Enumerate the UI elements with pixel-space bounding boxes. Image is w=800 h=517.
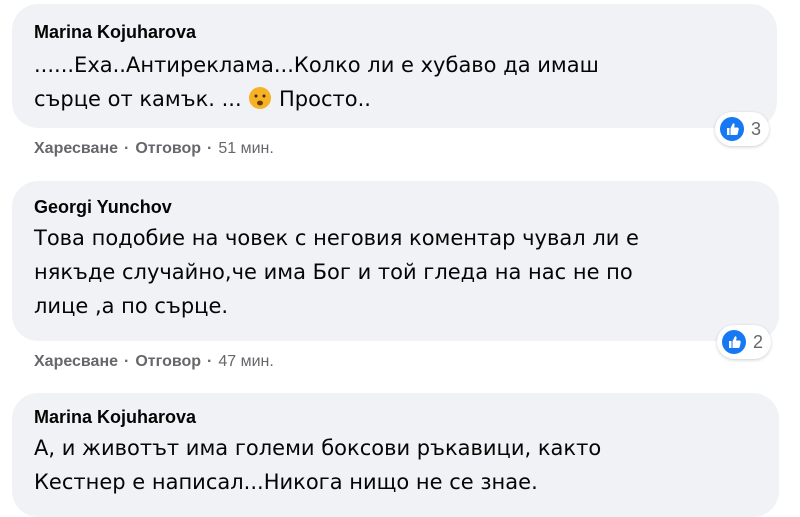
comment-text-line: А, и животът има големи боксови ръкавици… (34, 436, 602, 460)
reply-button[interactable]: Отговор (135, 353, 201, 371)
comment: Marina Kojuharova ......Еха..Антиреклама… (12, 4, 777, 160)
comment-text-line: ......Еха..Антиреклама...Колко ли е хуба… (34, 53, 599, 77)
comment-text-line: лице ,а по сърце. (34, 294, 229, 318)
comment-text-line: Просто.. (272, 87, 371, 111)
comment-text-line: някъде случайно,че има Бог и той гледа н… (34, 260, 633, 284)
frowning-face-icon (249, 87, 272, 109)
like-icon (719, 117, 744, 141)
comment-text: А, и животът има големи боксови ръкавици… (34, 431, 757, 499)
comment-text-line: Това подобие на човек с неговия коментар… (34, 226, 639, 250)
like-button[interactable]: Харесване (34, 353, 118, 371)
comment-timestamp[interactable]: 51 мин. (218, 140, 273, 158)
separator-dot: · (207, 140, 213, 157)
comment-author[interactable]: Marina Kojuharova (34, 405, 196, 429)
comment-bubble: Marina Kojuharova А, и животът има голем… (12, 393, 779, 517)
comment: Marina Kojuharova А, и животът има голем… (12, 393, 779, 517)
comment-bubble: Marina Kojuharova ......Еха..Антиреклама… (12, 4, 777, 146)
separator-dot: · (207, 353, 213, 370)
comment-text-line: сърце от камък. ... (34, 87, 249, 111)
like-button[interactable]: Харесване (34, 140, 118, 158)
reaction-count: 3 (750, 118, 761, 139)
comment-text: ......Еха..Антиреклама...Колко ли е хуба… (34, 48, 755, 116)
comment-bubble: Georgi Yunchov Това подобие на човек с н… (12, 181, 779, 359)
comment-text: Това подобие на човек с неговия коментар… (34, 221, 757, 323)
separator-dot: · (124, 353, 130, 370)
reaction-summary[interactable]: 3 (714, 112, 769, 146)
comment: Georgi Yunchov Това подобие на човек с н… (12, 181, 779, 373)
comment-author[interactable]: Georgi Yunchov (34, 195, 172, 219)
comment-actions: Харесване · Отговор · 47 мин. (12, 351, 779, 373)
comment-author[interactable]: Marina Kojuharova (34, 20, 196, 44)
comment-timestamp[interactable]: 47 мин. (218, 353, 273, 371)
reply-button[interactable]: Отговор (135, 140, 201, 158)
comment-text-line: Кестнер е написал...Никога нищо не се зн… (34, 470, 538, 494)
like-icon (721, 330, 746, 354)
comment-actions: Харесване · Отговор · 51 мин. (12, 138, 777, 160)
reaction-summary[interactable]: 2 (716, 325, 771, 359)
reaction-count: 2 (752, 331, 763, 352)
separator-dot: · (124, 140, 130, 157)
